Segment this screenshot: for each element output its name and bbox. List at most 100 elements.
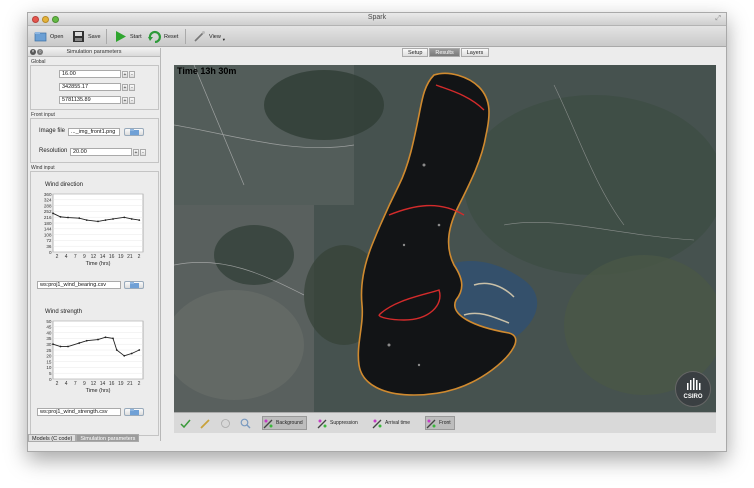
layer-palette-icon: [317, 418, 328, 429]
save-button[interactable]: Save: [72, 28, 101, 45]
x-tick-label: 12: [91, 254, 97, 260]
increment-button[interactable]: +: [122, 96, 128, 104]
wind-direction-file-field[interactable]: ws:proj1_wind_bearing.csv: [37, 281, 121, 289]
folder-icon: [129, 282, 139, 288]
increment-button[interactable]: +: [133, 148, 139, 156]
reset-arrow-icon: [148, 30, 161, 44]
fullscreen-icon[interactable]: ⤢: [715, 15, 721, 23]
resolution-spinner[interactable]: 20.00 + -: [70, 148, 146, 156]
save-label: Save: [88, 33, 101, 40]
x-tick-label: 2: [138, 381, 141, 387]
panel-tabs: Models (C code) Simulation parameters: [28, 434, 140, 442]
data-point: [104, 336, 107, 339]
global-value-3-field[interactable]: 5781135.89: [59, 96, 121, 104]
zoom-tool-button[interactable]: [240, 416, 253, 430]
data-point: [138, 349, 141, 351]
browse-image-button[interactable]: [124, 128, 144, 136]
browse-wind-direction-button[interactable]: [124, 281, 144, 289]
x-tick-label: 9: [83, 254, 86, 260]
pencil-icon: [200, 418, 211, 429]
reset-label: Reset: [164, 33, 179, 40]
layer-label-background: Background: [276, 420, 303, 426]
data-point: [67, 216, 69, 219]
start-button[interactable]: Start: [114, 28, 142, 45]
map-view[interactable]: Time 13h 30m CSIRO: [174, 65, 716, 412]
x-tick-label: 7: [74, 381, 77, 387]
tab-models[interactable]: Models (C code): [28, 434, 77, 442]
view-label: View: [209, 33, 221, 40]
global-value-3-spinner[interactable]: 5781135.89 + -: [59, 96, 135, 104]
folder-icon: [129, 129, 139, 135]
layer-palette-icon: [372, 418, 383, 429]
magnifier-icon: [240, 418, 251, 429]
layer-palette-icon: [426, 418, 437, 429]
data-point: [52, 343, 54, 346]
layer-toggle-front[interactable]: Front: [425, 416, 455, 430]
view-menu-button[interactable]: View ▼: [193, 28, 226, 45]
y-tick-label: 20: [46, 354, 52, 359]
open-label: Open: [50, 33, 64, 40]
global-value-2-spinner[interactable]: 342855.17 + -: [59, 83, 135, 91]
data-point: [85, 339, 88, 342]
global-value-1-spinner[interactable]: 16.00 + -: [59, 70, 135, 78]
view-tabs: Setup Results Layers: [402, 48, 490, 57]
data-point: [52, 212, 54, 215]
simulation-time-label: Time 13h 30m: [177, 66, 237, 76]
wind-input-group: Wind direction 360 324 288 252 216 180 144 108 7…: [30, 171, 159, 436]
layer-label-arrival-time: Arrival time: [385, 420, 411, 426]
csiro-logo: CSIRO: [675, 371, 711, 407]
draw-tool-button[interactable]: [200, 416, 213, 430]
y-tick-label: 252: [44, 209, 52, 214]
decrement-button[interactable]: -: [129, 83, 135, 91]
toolbar-divider: [185, 29, 186, 44]
floppy-disk-icon: [72, 30, 85, 43]
increment-button[interactable]: +: [122, 83, 128, 91]
wind-strength-chart: 504540353025201510502 4 7 9 12 14 16 19 21 2Time …: [46, 319, 144, 394]
x-tick-label: 19: [118, 381, 124, 387]
y-tick-label: 10: [46, 365, 52, 370]
global-value-2-field[interactable]: 342855.17: [59, 83, 121, 91]
data-point: [123, 216, 126, 219]
y-tick-label: 5: [49, 371, 52, 376]
x-tick-label: 2: [56, 254, 59, 260]
increment-button[interactable]: +: [122, 70, 128, 78]
reset-button[interactable]: Reset: [148, 28, 178, 45]
panel-header: × ○ Simulation parameters: [28, 48, 160, 57]
y-tick-label: 40: [46, 330, 52, 335]
y-tick-label: 144: [44, 227, 52, 232]
tab-simulation-parameters[interactable]: Simulation parameters: [76, 434, 140, 442]
open-button[interactable]: Open: [34, 28, 63, 45]
erase-tool-button[interactable]: [220, 416, 233, 430]
y-tick-label: 45: [46, 325, 52, 330]
browse-wind-strength-button[interactable]: [124, 408, 144, 416]
app-window: Spark ⤢ Open Save Start Reset View ▼ × ○…: [27, 12, 727, 452]
wind-strength-file-field[interactable]: ws:proj1_wind_strength.csv: [37, 408, 121, 416]
wind-strength-title: Wind strength: [45, 309, 83, 315]
layer-toggle-arrival-time[interactable]: Arrival time: [372, 416, 410, 430]
tab-results[interactable]: Results: [429, 48, 460, 57]
y-tick-label: 324: [44, 198, 52, 203]
decrement-button[interactable]: -: [140, 148, 146, 156]
decrement-button[interactable]: -: [129, 96, 135, 104]
tab-setup[interactable]: Setup: [402, 48, 429, 57]
layer-toggle-suppression[interactable]: Suppression: [317, 416, 358, 430]
data-point: [85, 219, 88, 221]
data-point: [104, 219, 107, 221]
x-tick-label: 21: [127, 254, 133, 260]
tab-layers[interactable]: Layers: [460, 48, 490, 57]
window-title: Spark: [367, 14, 387, 21]
title-bar: Spark ⤢: [28, 13, 726, 26]
image-file-field[interactable]: ..._img_front1.png: [68, 128, 120, 136]
decrement-button[interactable]: -: [129, 70, 135, 78]
layer-label-front: Front: [439, 420, 451, 426]
global-group: 16.00 + - 342855.17 + - 5781135.89 + -: [30, 65, 159, 110]
layer-toggle-background[interactable]: Background: [262, 416, 307, 430]
y-tick-label: 72: [46, 238, 52, 243]
global-value-1-field[interactable]: 16.00: [59, 70, 121, 78]
layer-toolbar: Background Suppression Arrival time Fron…: [174, 412, 716, 433]
data-point: [97, 220, 99, 223]
y-tick-label: 216: [44, 215, 52, 220]
select-tool-button[interactable]: [180, 416, 193, 430]
resolution-field[interactable]: 20.00: [70, 148, 132, 156]
x-tick-label: 16: [109, 381, 115, 387]
